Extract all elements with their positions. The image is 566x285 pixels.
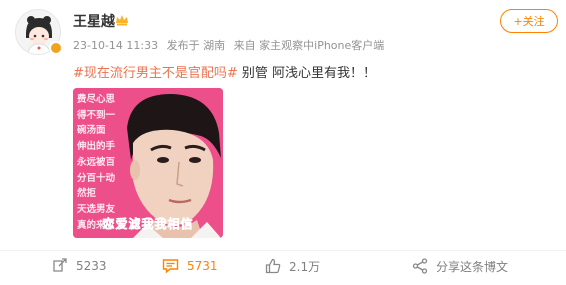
- like-button[interactable]: 2.1万: [265, 257, 320, 275]
- post-image[interactable]: 费尽心思 得不到一 碗汤面 伸出的手 永远被百 分百十动 然拒 天选男友 真的来…: [73, 88, 223, 238]
- repost-count: 5233: [76, 259, 107, 273]
- post-meta: 23-10-14 11:33 发布于 湖南 来自 家主观察中iPhone客户端: [73, 37, 389, 53]
- divider: [0, 250, 566, 251]
- comment-button[interactable]: 5731: [162, 257, 218, 275]
- comment-count: 5731: [187, 259, 218, 273]
- repost-button[interactable]: 5233: [52, 257, 107, 275]
- crown-icon: [116, 15, 128, 26]
- follow-button[interactable]: +关注: [500, 9, 558, 33]
- like-count: 2.1万: [289, 259, 321, 274]
- post-location: 发布于 湖南: [166, 39, 226, 52]
- post-time[interactable]: 23-10-14 11:33: [73, 39, 158, 52]
- image-caption: 费尽心思 得不到一 碗汤面 伸出的手 永远被百 分百十动 然拒 天选男友 真的来…: [77, 94, 116, 231]
- post-body: 别管 阿浅心里有我！！: [237, 66, 377, 81]
- share-button[interactable]: 分享这条博文: [412, 257, 508, 275]
- image-bottom-text: 恋爱滤我我相信: [102, 217, 194, 232]
- post-source: 来自 家主观察中iPhone客户端: [233, 39, 385, 52]
- repost-icon: [53, 258, 67, 272]
- share-icon: [412, 258, 428, 274]
- share-label: 分享这条博文: [436, 259, 509, 274]
- thumbs-up-icon: [265, 258, 281, 274]
- hashtag-link[interactable]: #现在流行男主不是官配吗#: [73, 66, 238, 81]
- post-text: #现在流行男主不是官配吗# 别管 阿浅心里有我！！: [73, 62, 376, 81]
- username[interactable]: 王星越: [73, 11, 115, 31]
- verified-badge-icon: [49, 41, 63, 55]
- comment-icon: [162, 259, 179, 274]
